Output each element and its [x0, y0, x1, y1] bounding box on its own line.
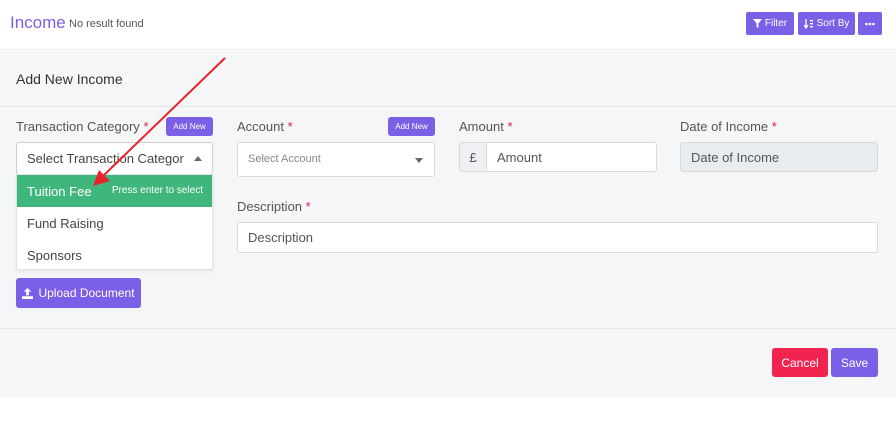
sort-icon	[803, 18, 813, 29]
upload-document-button[interactable]: Upload Document	[16, 278, 141, 308]
description-field[interactable]	[237, 222, 878, 253]
upload-icon	[22, 287, 34, 299]
transaction-category-select[interactable]: Select Transaction Categor	[16, 142, 213, 175]
filter-button-label: Filter	[764, 18, 788, 29]
option-label: Tuition Fee	[27, 184, 92, 199]
form-title: Add New Income	[16, 71, 123, 87]
option-label: Sponsors	[27, 248, 82, 263]
filter-icon	[752, 19, 762, 28]
dropdown-option-sponsors[interactable]: Sponsors	[17, 239, 212, 271]
more-options-button[interactable]	[858, 12, 882, 35]
amount-input[interactable]	[487, 143, 656, 171]
dropdown-option-fund-raising[interactable]: Fund Raising	[17, 207, 212, 239]
top-bar: Income No result found Filter Sort By	[0, 0, 896, 50]
add-new-category-button[interactable]: Add New	[166, 117, 213, 136]
amount-label: Amount *	[459, 119, 513, 134]
page-title: Income	[10, 13, 66, 32]
account-select[interactable]: Select Account	[237, 142, 435, 177]
required-mark: *	[143, 119, 149, 134]
required-mark: *	[507, 119, 513, 134]
filter-button[interactable]: Filter	[746, 12, 794, 35]
account-label-text: Account	[237, 119, 284, 134]
save-button[interactable]: Save	[831, 348, 878, 377]
panel-header: Add New Income	[0, 51, 896, 107]
currency-addon: £	[459, 142, 487, 172]
dropdown-option-tuition-fee[interactable]: Tuition Fee Press enter to select	[17, 175, 212, 207]
amount-field[interactable]	[486, 142, 657, 172]
required-mark: *	[287, 119, 293, 134]
description-label-text: Description	[237, 199, 303, 214]
option-label: Fund Raising	[27, 216, 104, 231]
transaction-category-value: Select Transaction Categor	[27, 151, 184, 166]
required-mark: *	[771, 119, 777, 134]
add-new-account-button[interactable]: Add New	[388, 117, 435, 136]
footer-divider	[0, 328, 896, 329]
more-icon	[865, 22, 875, 25]
description-input[interactable]	[238, 223, 877, 252]
sort-by-button[interactable]: Sort By	[798, 12, 855, 35]
amount-label-text: Amount	[459, 119, 504, 134]
date-of-income-input[interactable]	[681, 143, 877, 171]
caret-down-icon	[415, 158, 423, 163]
account-placeholder: Select Account	[248, 153, 321, 165]
transaction-category-label-text: Transaction Category	[16, 119, 140, 134]
sort-by-button-label: Sort By	[816, 18, 850, 29]
date-of-income-field[interactable]	[680, 142, 878, 172]
caret-up-icon	[194, 156, 202, 161]
result-status: No result found	[69, 18, 144, 30]
press-enter-hint: Press enter to select	[111, 185, 203, 196]
required-mark: *	[305, 199, 311, 214]
date-of-income-label: Date of Income *	[680, 119, 777, 134]
description-label: Description *	[237, 199, 311, 214]
transaction-category-label: Transaction Category *	[16, 119, 149, 134]
account-label: Account *	[237, 119, 293, 134]
date-of-income-label-text: Date of Income	[680, 119, 769, 134]
upload-document-label: Upload Document	[38, 286, 135, 300]
transaction-category-dropdown: Tuition Fee Press enter to select Fund R…	[16, 174, 213, 270]
cancel-button[interactable]: Cancel	[772, 348, 828, 377]
